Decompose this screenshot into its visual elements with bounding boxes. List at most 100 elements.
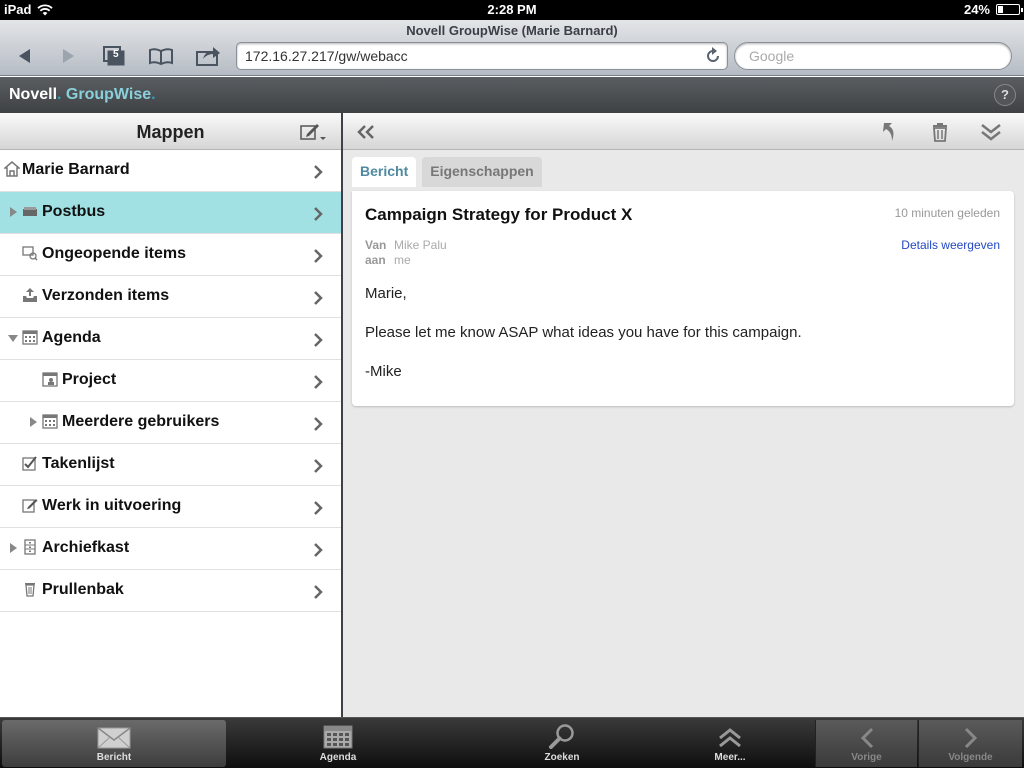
folder-item[interactable]: Agenda [0, 318, 341, 360]
chevron-right-icon [964, 727, 977, 749]
details-link[interactable]: Details weergeven [901, 238, 1000, 252]
trash-icon [25, 583, 35, 597]
folder-item[interactable]: Postbus [0, 192, 341, 234]
forward-button[interactable] [53, 45, 83, 67]
pages-button[interactable]: 5 [98, 45, 128, 67]
to-key: aan [365, 253, 386, 267]
message-toolbar [343, 113, 1024, 150]
to-value: me [394, 253, 411, 267]
folder-label: Project [62, 371, 117, 388]
cabinet-icon [24, 539, 36, 555]
chevron-right-icon[interactable] [313, 164, 323, 180]
status-time: 2:28 PM [487, 2, 537, 17]
chevron-right-icon[interactable] [313, 584, 323, 600]
previous-label: Vorige [851, 752, 882, 763]
magnifier-icon [549, 724, 574, 749]
tab-bericht[interactable]: Bericht [352, 157, 417, 187]
folder-item[interactable]: Project [0, 360, 341, 402]
double-chevron-left-icon [357, 125, 374, 139]
folders-title: Mappen [136, 122, 205, 142]
help-button[interactable]: ? [994, 84, 1016, 106]
more-actions-button[interactable] [980, 121, 1002, 143]
message-card: Campaign Strategy for Product X 10 minut… [352, 191, 1014, 406]
bookmarks-button[interactable] [146, 45, 176, 67]
project-calendar-icon [42, 372, 58, 387]
chevron-right-icon[interactable] [313, 248, 323, 264]
folder-list: Marie Barnard Postbus Ongeopende items Verz… [0, 150, 341, 612]
tab-bar-label: Zoeken [544, 752, 580, 763]
tab-bar-agenda[interactable]: Agenda [226, 720, 450, 767]
next-label: Volgende [948, 752, 993, 763]
collapsed-triangle-icon[interactable] [8, 207, 18, 217]
back-arrow-icon [19, 49, 30, 63]
folder-label: Postbus [42, 203, 106, 220]
folder-label: Prullenbak [42, 581, 124, 598]
battery-percent: 24% [963, 2, 990, 17]
home-icon [4, 161, 20, 177]
book-icon [149, 48, 173, 65]
folder-item[interactable]: Ongeopende items [0, 234, 341, 276]
folder-item[interactable]: Werk in uitvoering [0, 486, 341, 528]
forward-arrow-icon [63, 49, 74, 63]
chevron-right-icon[interactable] [313, 374, 323, 390]
chevron-right-icon[interactable] [313, 500, 323, 516]
chevron-right-icon[interactable] [313, 332, 323, 348]
double-chevron-up-icon [719, 728, 741, 748]
reply-icon [883, 123, 894, 141]
body-line: Marie, [365, 285, 407, 302]
chevron-right-icon[interactable] [313, 542, 323, 558]
reload-icon[interactable] [705, 47, 721, 65]
tab-bar-meer[interactable]: Meer... [618, 720, 842, 767]
folder-item[interactable]: Takenlijst [0, 444, 341, 486]
pages-count: 5 [113, 49, 119, 60]
folder-label: Takenlijst [42, 455, 115, 472]
next-button[interactable]: Volgende [918, 720, 1022, 767]
chevron-right-icon[interactable] [313, 290, 323, 306]
folder-label: Archiefkast [42, 539, 130, 556]
folder-label: Marie Barnard [22, 161, 130, 178]
chevron-right-icon[interactable] [313, 416, 323, 432]
message-body: Marie, Please let me know ASAP what idea… [365, 285, 802, 402]
folder-item[interactable]: Meerdere gebruikers [0, 402, 341, 444]
calendar-icon [42, 414, 58, 429]
message-pane: Bericht Eigenschappen Campaign Strategy … [343, 113, 1024, 717]
browser-page-title: Novell GroupWise (Marie Barnard) [406, 23, 618, 38]
message-time: 10 minuten geleden [894, 206, 1000, 220]
logo-dot: . [151, 86, 156, 103]
from-line: Van Mike Palu [365, 238, 447, 253]
collapsed-triangle-icon[interactable] [8, 543, 18, 553]
chevron-left-icon [860, 727, 873, 749]
battery-level-fill [998, 6, 1004, 13]
compose-icon[interactable] [299, 122, 327, 142]
folder-label: Verzonden items [42, 287, 170, 304]
message-tabs: Bericht Eigenschappen [352, 157, 542, 187]
chevron-right-icon[interactable] [313, 206, 323, 222]
folder-item[interactable]: Marie Barnard [0, 150, 341, 192]
envelope-icon [97, 727, 131, 749]
folders-pane: Mappen Marie Barnard Postbus Ongeopende it… [0, 113, 341, 717]
checklist-icon [22, 456, 37, 471]
folder-item[interactable]: Verzonden items [0, 276, 341, 318]
url-field[interactable]: 172.16.27.217/gw/webacc [236, 42, 728, 70]
calendar-icon [323, 725, 353, 749]
delete-button[interactable] [929, 121, 951, 143]
chevron-right-icon[interactable] [313, 458, 323, 474]
browser-toolbar: Novell GroupWise (Marie Barnard) 5 172.1… [0, 20, 1024, 76]
double-chevron-down-icon [981, 124, 1001, 141]
sent-items-icon [23, 288, 37, 302]
tab-eigenschappen[interactable]: Eigenschappen [422, 157, 542, 187]
folder-label: Ongeopende items [42, 245, 187, 262]
tab-bar-bericht[interactable]: Bericht [2, 720, 226, 767]
body-line: -Mike [365, 363, 402, 380]
share-button[interactable] [193, 45, 223, 67]
folder-item[interactable]: Prullenbak [0, 570, 341, 612]
reply-button[interactable] [879, 121, 901, 143]
back-button[interactable] [10, 45, 40, 67]
message-meta: Van Mike Palu aan me [365, 238, 447, 268]
previous-button[interactable]: Vorige [815, 720, 917, 767]
expanded-triangle-icon[interactable] [8, 333, 18, 343]
search-input[interactable]: Google [734, 42, 1012, 70]
collapse-pane-button[interactable] [355, 121, 377, 143]
folder-item[interactable]: Archiefkast [0, 528, 341, 570]
collapsed-triangle-icon[interactable] [28, 417, 38, 427]
